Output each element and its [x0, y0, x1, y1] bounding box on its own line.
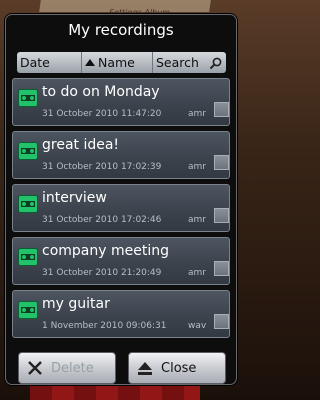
tape-recording-icon — [18, 248, 38, 266]
list-item[interactable]: company meeting 31 October 2010 21:20:49… — [12, 237, 230, 285]
recording-title: company meeting — [42, 243, 169, 259]
delete-button[interactable]: Delete — [18, 352, 116, 384]
list-item[interactable]: to do on Monday 31 October 2010 11:47:20… — [12, 78, 230, 126]
sort-by-name-button[interactable]: Name — [82, 52, 153, 73]
background-app-bar: Settings Album — [39, 0, 211, 17]
recording-format: wav — [188, 321, 207, 331]
recording-format: amr — [188, 162, 206, 172]
recording-title: interview — [42, 190, 107, 206]
close-button[interactable]: Close — [128, 352, 226, 384]
tape-recording-icon — [18, 89, 38, 107]
dialog-title: My recordings — [68, 21, 174, 39]
recordings-list: to do on Monday 31 October 2010 11:47:20… — [12, 78, 230, 343]
select-checkbox[interactable] — [214, 208, 229, 223]
x-icon — [28, 361, 42, 375]
sort-by-date-button[interactable]: Date — [17, 52, 82, 73]
recording-format: amr — [188, 109, 206, 119]
search-button[interactable]: Search — [153, 52, 226, 73]
recording-title: great idea! — [42, 137, 120, 153]
background-decoration — [30, 384, 200, 400]
magnifier-icon — [209, 57, 222, 69]
recording-date: 31 October 2010 17:02:46 — [42, 215, 162, 225]
select-checkbox[interactable] — [214, 261, 229, 276]
recording-date: 31 October 2010 11:47:20 — [42, 109, 162, 119]
recording-format: amr — [188, 268, 206, 278]
delete-label: Delete — [51, 360, 94, 376]
list-item[interactable]: great idea! 31 October 2010 17:02:39 amr — [12, 131, 230, 179]
sort-bar: Date Name Search — [17, 52, 226, 73]
eject-icon — [138, 362, 152, 375]
search-label: Search — [156, 55, 199, 70]
recording-date: 31 October 2010 17:02:39 — [42, 162, 162, 172]
recordings-dialog: My recordings Date Name Search to do on … — [5, 14, 237, 385]
select-checkbox[interactable] — [214, 155, 229, 170]
list-item[interactable]: my guitar 1 November 2010 09:06:31 wav — [12, 290, 230, 338]
tape-recording-icon — [18, 301, 38, 319]
sort-date-label: Date — [20, 55, 50, 70]
recording-date: 31 October 2010 21:20:49 — [42, 268, 162, 278]
recording-format: amr — [188, 215, 206, 225]
recording-title: my guitar — [42, 296, 110, 312]
recording-title: to do on Monday — [42, 84, 160, 100]
close-label: Close — [161, 360, 197, 376]
tape-recording-icon — [18, 195, 38, 213]
list-item[interactable]: interview 31 October 2010 17:02:46 amr — [12, 184, 230, 232]
sort-up-triangle-icon — [85, 59, 95, 66]
sort-name-label: Name — [98, 55, 135, 70]
select-checkbox[interactable] — [214, 314, 229, 329]
tape-recording-icon — [18, 142, 38, 160]
select-checkbox[interactable] — [214, 102, 229, 117]
recording-date: 1 November 2010 09:06:31 — [42, 321, 167, 331]
